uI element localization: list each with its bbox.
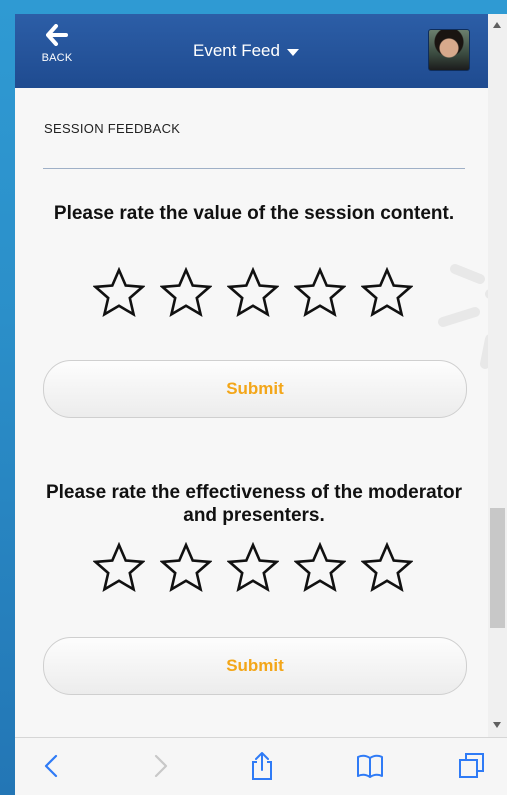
scroll-down-arrow-icon[interactable]	[493, 722, 501, 728]
caret-down-icon	[286, 48, 299, 56]
vertical-scrollbar[interactable]	[488, 14, 507, 737]
submit-button-1[interactable]: Submit	[43, 360, 467, 418]
browser-toolbar	[15, 737, 507, 795]
back-label: BACK	[41, 52, 73, 64]
star-icon[interactable]	[294, 267, 346, 319]
section-divider	[43, 168, 465, 169]
question-1-prompt: Please rate the value of the session con…	[53, 203, 455, 224]
star-icon[interactable]	[93, 542, 145, 594]
star-icon[interactable]	[93, 267, 145, 319]
arrow-left-icon	[46, 24, 68, 46]
browser-window: BACK Event Feed SESSION FEEDBACK Please …	[15, 14, 507, 795]
avatar[interactable]	[428, 29, 470, 71]
star-icon[interactable]	[160, 542, 212, 594]
back-icon[interactable]	[37, 751, 67, 781]
back-button[interactable]: BACK	[35, 24, 79, 80]
scroll-up-arrow-icon[interactable]	[493, 22, 501, 28]
star-icon[interactable]	[227, 267, 279, 319]
submit-button-2[interactable]: Submit	[43, 637, 467, 695]
rating-stars-2	[93, 542, 413, 594]
event-feed-dropdown[interactable]: Event Feed	[193, 41, 299, 61]
rating-stars-1	[93, 267, 413, 319]
page-title: Event Feed	[193, 41, 280, 60]
bookmarks-icon[interactable]	[355, 751, 385, 781]
section-title: SESSION FEEDBACK	[44, 121, 181, 136]
share-icon[interactable]	[247, 751, 277, 781]
star-icon[interactable]	[160, 267, 212, 319]
star-icon[interactable]	[294, 542, 346, 594]
tabs-icon[interactable]	[457, 751, 487, 781]
forward-icon[interactable]	[145, 751, 175, 781]
star-icon[interactable]	[361, 542, 413, 594]
star-icon[interactable]	[227, 542, 279, 594]
question-2-prompt: Please rate the effectiveness of the mod…	[45, 482, 463, 526]
star-icon[interactable]	[361, 267, 413, 319]
app-header: BACK Event Feed	[15, 14, 488, 88]
scrollbar-thumb[interactable]	[490, 508, 505, 628]
